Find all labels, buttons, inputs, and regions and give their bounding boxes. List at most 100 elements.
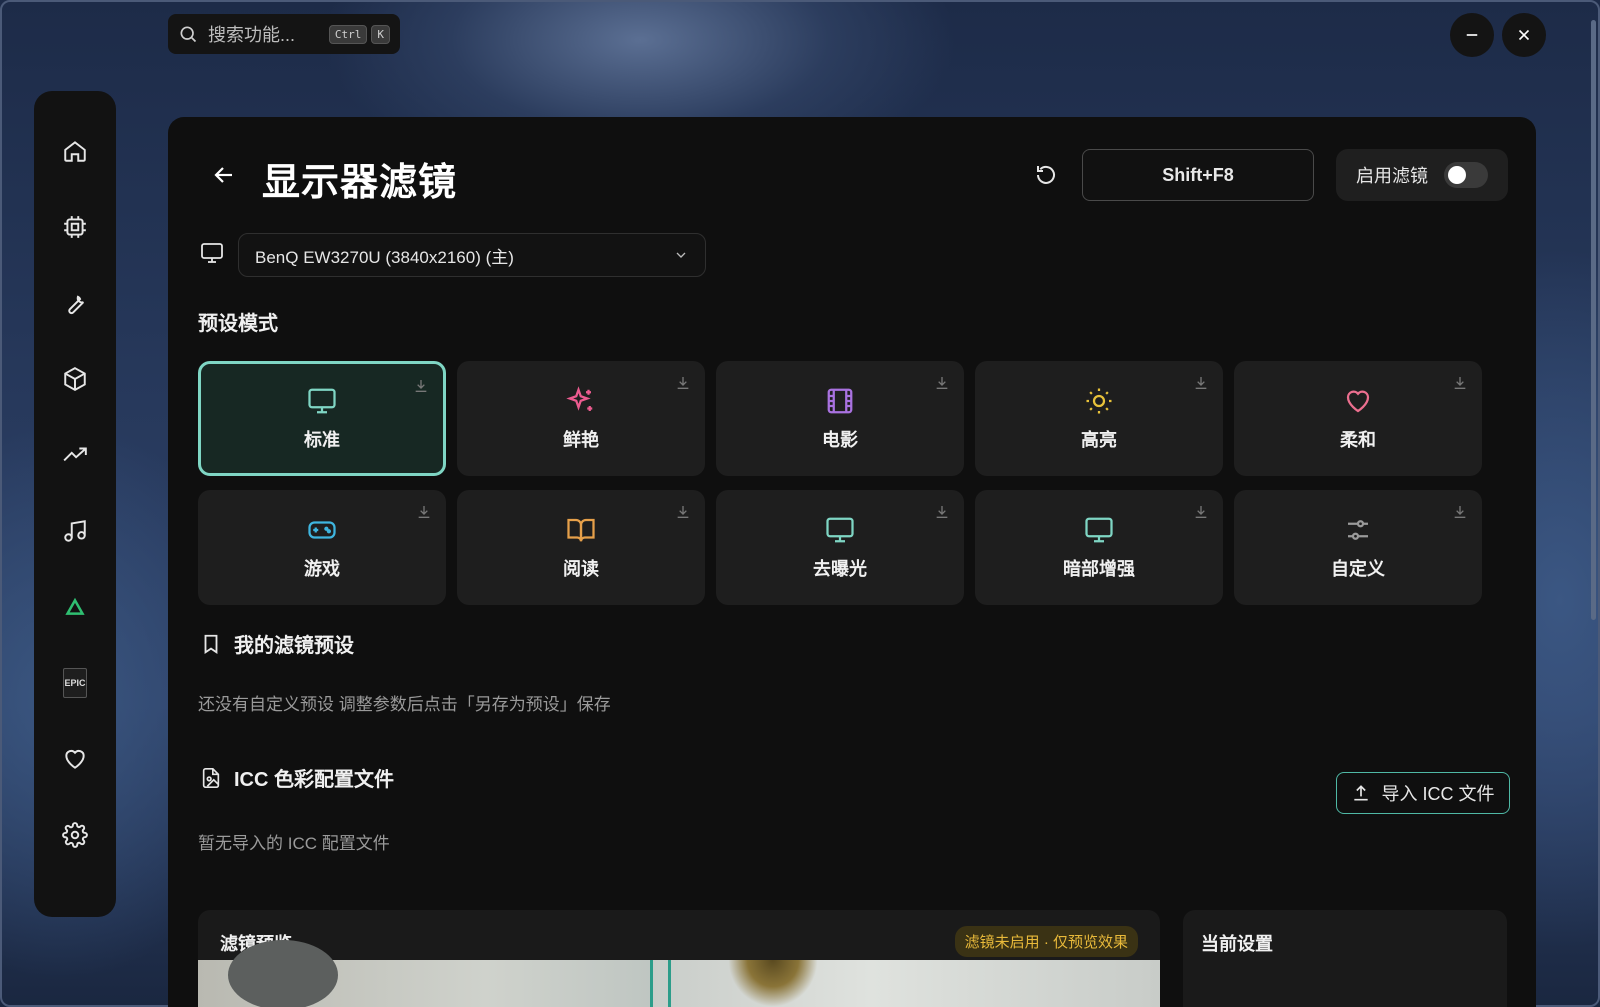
enable-filter-toggle[interactable]	[1444, 162, 1488, 188]
preset-card-soft[interactable]: 柔和	[1234, 361, 1482, 476]
download-icon[interactable]	[1193, 504, 1209, 520]
sidebar-item-home[interactable]	[55, 131, 95, 171]
enable-filter-control: 启用滤镜	[1336, 149, 1508, 201]
preset-label: 高亮	[1081, 429, 1117, 450]
sidebar-item-hardware[interactable]	[55, 207, 95, 247]
trending-icon	[63, 447, 87, 462]
download-icon[interactable]	[675, 375, 691, 391]
monitor-icon	[308, 388, 336, 413]
gamepad-icon	[308, 520, 336, 539]
preview-image-circle	[228, 940, 338, 1007]
reset-button[interactable]	[1028, 157, 1064, 193]
current-settings-title: 当前设置	[1201, 934, 1273, 954]
scrollbar[interactable]	[1591, 20, 1596, 620]
preview-split-handle[interactable]	[668, 960, 671, 1007]
download-icon[interactable]	[1452, 375, 1468, 391]
minimize-button[interactable]	[1450, 13, 1494, 57]
preset-card-dark-enhance[interactable]: 暗部增强	[975, 490, 1223, 605]
upload-icon	[1354, 785, 1369, 801]
sidebar-item-packages[interactable]	[55, 359, 95, 399]
page-title: 显示器滤镜	[262, 162, 458, 204]
main-panel: 显示器滤镜 Shift+F8 启用滤镜 BenQ EW3270U (3840x2…	[168, 117, 1536, 1007]
monitor-select[interactable]: BenQ EW3270U (3840x2160) (主)	[238, 233, 706, 277]
preset-card-deexposure[interactable]: 去曝光	[716, 490, 964, 605]
preset-label: 电影	[822, 429, 858, 450]
sidebar: EPIC	[34, 91, 116, 917]
arrow-left-icon	[214, 167, 232, 183]
sidebar-item-music[interactable]	[55, 511, 95, 551]
preset-card-reading[interactable]: 阅读	[457, 490, 705, 605]
import-icc-button[interactable]: 导入 ICC 文件	[1336, 772, 1510, 814]
preset-label: 游戏	[304, 558, 340, 579]
close-button[interactable]	[1502, 13, 1546, 57]
sidebar-item-settings[interactable]	[55, 815, 95, 855]
download-icon[interactable]	[1193, 375, 1209, 391]
preset-card-custom[interactable]: 自定义	[1234, 490, 1482, 605]
download-icon[interactable]	[413, 378, 429, 394]
sun-icon	[1086, 388, 1112, 413]
refresh-icon	[1037, 165, 1055, 184]
sidebar-item-triangle[interactable]	[55, 587, 95, 627]
monitor-icon	[201, 243, 223, 263]
preset-card-standard[interactable]: 标准	[198, 361, 446, 476]
enable-filter-label: 启用滤镜	[1356, 166, 1428, 186]
icc-title: ICC 色彩配置文件	[234, 769, 394, 791]
current-settings-card: 当前设置	[1183, 910, 1507, 1007]
monitor-icon	[1085, 517, 1113, 542]
my-presets-title: 我的滤镜预设	[234, 635, 354, 657]
sidebar-item-tools[interactable]	[55, 283, 95, 323]
file-image-icon	[202, 767, 220, 788]
film-icon	[827, 388, 853, 413]
download-icon[interactable]	[1452, 504, 1468, 520]
status-badge: 滤镜未启用 · 仅预览效果	[954, 926, 1138, 957]
close-icon	[1518, 29, 1530, 41]
palm-tree-image	[728, 960, 818, 1007]
my-presets-section: 我的滤镜预设	[200, 629, 354, 658]
import-icc-label: 导入 ICC 文件	[1381, 784, 1495, 804]
presets-title: 预设模式	[198, 313, 278, 335]
music-icon	[64, 520, 86, 542]
sliders-icon	[1348, 519, 1368, 540]
chip-icon	[64, 216, 86, 238]
preset-card-vivid[interactable]: 鲜艳	[457, 361, 705, 476]
package-icon	[64, 367, 86, 391]
heart-icon	[65, 749, 85, 769]
home-icon	[64, 141, 86, 162]
download-icon[interactable]	[934, 504, 950, 520]
preset-label: 鲜艳	[563, 429, 599, 450]
preset-label: 自定义	[1331, 558, 1385, 579]
minimize-icon	[1466, 34, 1478, 36]
sidebar-item-epic[interactable]: EPIC	[55, 663, 95, 703]
preset-card-movie[interactable]: 电影	[716, 361, 964, 476]
bookmark-icon	[204, 634, 218, 654]
download-icon[interactable]	[934, 375, 950, 391]
preset-label: 阅读	[563, 558, 599, 579]
gear-icon	[62, 822, 88, 848]
preview-image	[198, 940, 1160, 1007]
search-icon	[180, 26, 197, 43]
preset-card-game[interactable]: 游戏	[198, 490, 446, 605]
triangle-icon	[65, 597, 85, 615]
search-box[interactable]: 搜索功能... Ctrl K	[168, 14, 400, 54]
book-icon	[567, 518, 595, 541]
preset-card-bright[interactable]: 高亮	[975, 361, 1223, 476]
heart-icon	[1346, 390, 1370, 412]
search-placeholder: 搜索功能...	[208, 25, 296, 45]
shortcut-button[interactable]: Shift+F8	[1082, 149, 1314, 201]
preset-label: 暗部增强	[1063, 558, 1135, 579]
chevron-down-icon	[676, 252, 686, 258]
sidebar-item-performance[interactable]	[55, 435, 95, 475]
preset-label: 去曝光	[813, 558, 867, 579]
sidebar-item-favorites[interactable]	[55, 739, 95, 779]
monitor-select-value: BenQ EW3270U (3840x2160) (主)	[255, 247, 514, 267]
back-button[interactable]	[208, 159, 240, 191]
my-presets-empty: 还没有自定义预设 调整参数后点击「另存为预设」保存	[198, 695, 611, 714]
download-icon[interactable]	[416, 504, 432, 520]
shortcut-key-k: K	[371, 24, 390, 44]
epic-games-icon: EPIC	[63, 668, 87, 698]
icc-section: ICC 色彩配置文件	[200, 763, 394, 792]
monitor-icon	[826, 517, 854, 542]
download-icon[interactable]	[675, 504, 691, 520]
shortcut-key-ctrl: Ctrl	[328, 24, 368, 44]
wrench-icon	[68, 295, 85, 314]
